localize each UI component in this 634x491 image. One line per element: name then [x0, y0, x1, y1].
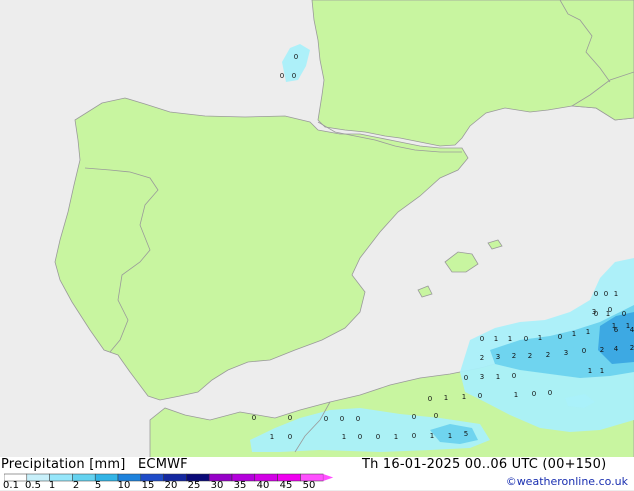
precip-value-label: 4 [614, 345, 619, 353]
precip-value-label: 4 [630, 326, 634, 334]
precip-value-label: 0 [548, 389, 552, 397]
legend-tick-label: 40 [256, 480, 270, 491]
precip-value-label: 0 [478, 392, 482, 400]
precip-value-label: 0 [524, 335, 528, 343]
precip-value-label: 6 [614, 326, 619, 334]
legend-tick-label: 10 [117, 480, 131, 491]
precip-value-label: 0 [288, 414, 292, 422]
precip-value-label: 0 [280, 72, 284, 80]
precip-value-label: 1 [430, 432, 434, 440]
precip-value-label: 3 [496, 353, 500, 361]
legend-tick-label: 0.1 [3, 480, 19, 491]
ramp-arrow [323, 474, 334, 481]
precip-value-label: 2 [512, 352, 516, 360]
precip-value-label: 0 [608, 306, 612, 314]
precip-value-label: 0 [358, 433, 362, 441]
precip-value-label: 0 [464, 374, 468, 382]
precip-value-label: 2 [600, 346, 604, 354]
legend-tick-label: 20 [164, 480, 178, 491]
legend-tick-label: 25 [187, 480, 201, 491]
precip-value-label: 3 [480, 373, 484, 381]
precip-value-label: 0 [594, 290, 598, 298]
precip-value-label: 1 [588, 367, 592, 375]
precip-value-label: 0 [622, 310, 626, 318]
precip-value-label: 0 [324, 415, 328, 423]
precip-value-label: 0 [512, 372, 516, 380]
precip-value-label: 2 [546, 351, 550, 359]
legend-tick-label: 0.5 [25, 480, 41, 491]
precip-value-label: 1 [508, 335, 512, 343]
precip-value-label: 0 [428, 395, 432, 403]
precip-value-label: 2 [528, 352, 532, 360]
precip-value-label: 1 [572, 330, 576, 338]
precip-value-label: 1 [448, 432, 452, 440]
precip-value-label: 0 [412, 432, 416, 440]
precip-value-label: 2 [630, 344, 634, 352]
precip-value-label: 0 [356, 415, 360, 423]
legend-tick-label: 35 [233, 480, 247, 491]
model-name: ECMWF [138, 457, 188, 472]
precip-value-label: 1 [514, 391, 518, 399]
precip-value-label: 1 [270, 433, 274, 441]
precip-value-label: 0 [292, 72, 296, 80]
legend-tick-label: 15 [141, 480, 155, 491]
precip-value-label: 1 [494, 335, 498, 343]
precip-value-label: 1 [600, 367, 604, 375]
precip-value-label: 0 [294, 53, 298, 61]
precip-value-label: 0 [288, 433, 292, 441]
legend-tick-label: 1 [48, 480, 56, 491]
precip-value-label: 1 [614, 290, 618, 298]
precip-value-label: 2 [480, 354, 484, 362]
precip-value-label: 0 [480, 335, 484, 343]
legend-tick-label: 5 [94, 480, 102, 491]
precip-value-label: 0 [604, 290, 608, 298]
map-area: 0000010100311011010116423222302420310110… [0, 0, 634, 460]
precip-value-label: 3 [564, 349, 568, 357]
precip-value-label: 1 [462, 393, 466, 401]
precip-value-label: 0 [340, 415, 344, 423]
legend-tick-label: 30 [210, 480, 224, 491]
precip-value-label: 0 [582, 347, 586, 355]
precip-value-label: 5 [464, 430, 468, 438]
precipitation-map: 00 00 0 10 1 0031 10 1 1 0 1 0 1 1 6 42 3 2 2 2 3 0 2 4 20 3 1 01 10… [0, 0, 634, 460]
legend-tick-label: 2 [72, 480, 80, 491]
precip-value-label: 1 [394, 433, 398, 441]
precip-value-label: 1 [586, 328, 590, 336]
precip-value-label: 1 [496, 373, 500, 381]
precip-value-label: 1 [444, 394, 448, 402]
precip-value-label: 0 [434, 412, 438, 420]
credit-link[interactable]: ©weatheronline.co.uk [506, 475, 628, 488]
legend-tick-label: 45 [279, 480, 293, 491]
precip-value-label: 1 [538, 334, 542, 342]
precip-value-label: 0 [532, 390, 536, 398]
precip-value-label: 0 [558, 333, 562, 341]
precip-value-label: 0 [376, 433, 380, 441]
legend-title: Precipitation [mm] [1, 457, 126, 472]
valid-time: Th 16-01-2025 00..06 UTC (00+150) [362, 457, 607, 472]
precip-value-label: 3 [592, 308, 596, 316]
legend-tick-label: 50 [302, 480, 316, 491]
precip-value-label: 0 [412, 413, 416, 421]
precip-value-label: 0 [252, 414, 256, 422]
precip-value-label: 1 [342, 433, 346, 441]
